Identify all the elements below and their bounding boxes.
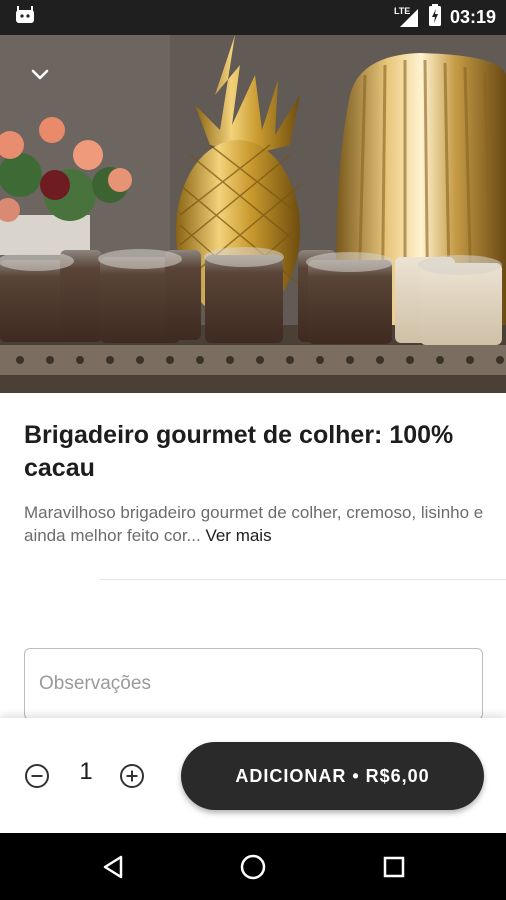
product-photo <box>0 35 506 393</box>
android-notification-icon <box>14 5 36 30</box>
add-to-cart-button[interactable]: ADICIONAR • R$6,00 <box>181 742 484 810</box>
navigation-bar <box>0 833 506 900</box>
minus-circle-icon <box>25 764 49 788</box>
product-description: Maravilhoso brigadeiro gourmet de colher… <box>24 501 486 547</box>
notes-input[interactable] <box>24 648 483 720</box>
collapse-button[interactable] <box>22 57 58 93</box>
battery-charging-icon <box>428 4 442 31</box>
plus-circle-icon <box>120 764 144 788</box>
add-to-cart-bar: 1 ADICIONAR • R$6,00 <box>0 718 506 833</box>
quantity-value: 1 <box>79 758 93 785</box>
product-image <box>0 35 506 393</box>
recents-square-icon <box>383 856 405 878</box>
increase-quantity-button[interactable] <box>118 762 146 790</box>
clock: 03:19 <box>449 7 496 27</box>
status-icons: LTE 03:19 <box>394 4 496 31</box>
decrease-quantity-button[interactable] <box>23 762 51 790</box>
product-title: Brigadeiro gourmet de colher: 100% cacau <box>24 421 454 482</box>
home-button[interactable] <box>237 851 269 883</box>
chevron-down-icon <box>31 69 49 80</box>
divider <box>100 579 506 580</box>
home-circle-icon <box>240 854 266 880</box>
see-more-link[interactable]: Ver mais <box>205 526 271 545</box>
back-triangle-icon <box>103 855 123 879</box>
signal-icon: LTE <box>394 6 420 29</box>
status-bar: LTE 03:19 <box>0 0 506 35</box>
back-button[interactable] <box>97 851 129 883</box>
recents-button[interactable] <box>378 851 410 883</box>
